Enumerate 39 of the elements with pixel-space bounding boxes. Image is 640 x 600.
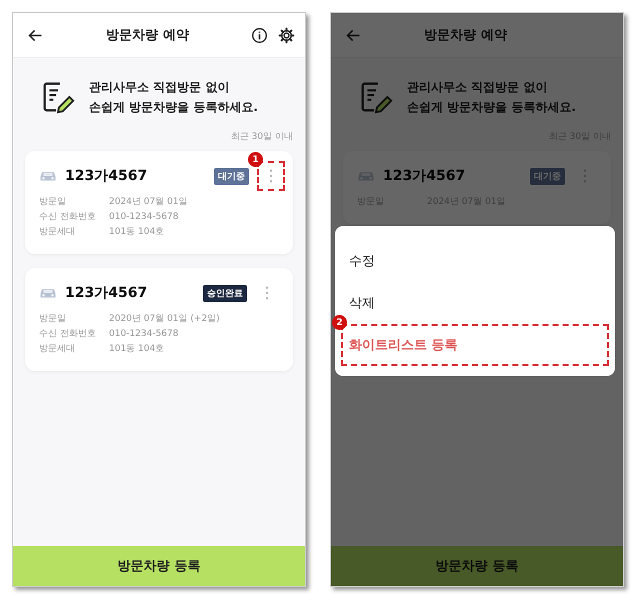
info-icon[interactable] <box>251 26 268 44</box>
more-icon <box>265 286 269 300</box>
field-label: 수신 전화번호 <box>39 328 97 341</box>
field-label: 방문세대 <box>39 226 76 239</box>
field-label: 방문일 <box>39 196 67 209</box>
period-label: 최근 30일 이내 <box>230 132 293 142</box>
field-value: 010-1234-5678 <box>109 211 178 224</box>
car-icon <box>39 287 57 299</box>
step-marker: 1 <box>248 152 263 167</box>
menu-item[interactable]: 화이트리스트 등록 <box>341 324 609 366</box>
banner-text: 손쉽게 방문차량을 등록하세요. <box>89 98 258 116</box>
plate-number: 123가4567 <box>65 284 148 302</box>
car-icon <box>357 170 375 182</box>
status-badge: 승인완료 <box>203 284 247 302</box>
field-value: 101동 104호 <box>109 343 164 356</box>
menu-item[interactable]: 수정 <box>341 240 609 282</box>
register-button[interactable]: 방문차량 등록 <box>13 546 305 586</box>
screen-title: 방문차량 예약 <box>423 27 508 44</box>
plate-number: 123가4567 <box>383 167 466 185</box>
settings-icon[interactable] <box>278 26 295 44</box>
field-value: 2024년 07월 01일 <box>109 196 188 209</box>
status-badge: 대기중 <box>214 168 249 184</box>
status-badge: 대기중 <box>530 168 565 184</box>
visit-card[interactable]: 123가4567 대기중 1 방문일 2024년 07월 01일 수신 전화번호 010-1234-5678 방문세대 101동 104호 <box>25 151 293 254</box>
field-label: 방문세대 <box>39 343 76 356</box>
banner-text: 관리사무소 직접방문 없이 <box>407 78 548 96</box>
more-icon <box>269 169 273 183</box>
screen-title: 방문차량 예약 <box>105 27 190 44</box>
car-icon <box>39 170 57 182</box>
field-value: 101동 104호 <box>109 226 164 239</box>
field-value: 010-1234-5678 <box>109 328 178 341</box>
banner-text: 관리사무소 직접방문 없이 <box>89 78 230 96</box>
step-marker: 2 <box>332 315 347 330</box>
field-value: 2020년 07월 01일 (+2일) <box>109 313 220 326</box>
visit-card[interactable]: 123가4567 승인완료 방문일 2020년 07월 01일 (+2일) 수신 전화번호 010-1234-5678 방문세대 101동 104호 <box>25 268 293 371</box>
banner-text: 손쉽게 방문차량을 등록하세요. <box>407 98 576 116</box>
field-label: 수신 전화번호 <box>39 211 97 224</box>
plate-number: 123가4567 <box>65 167 148 185</box>
field-label: 방문일 <box>39 313 67 326</box>
